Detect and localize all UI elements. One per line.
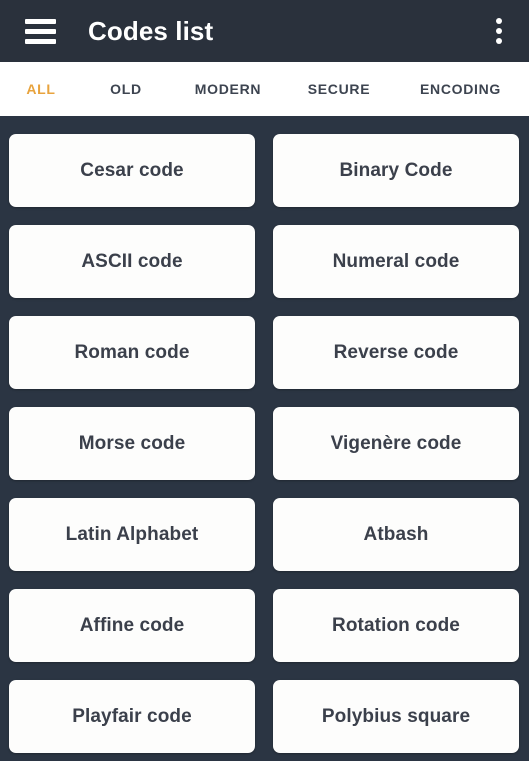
tab-modern[interactable]: MODERN bbox=[172, 81, 284, 97]
tab-all[interactable]: ALL bbox=[2, 81, 80, 97]
code-card[interactable]: Cesar code bbox=[9, 134, 255, 207]
code-card[interactable]: Rotation code bbox=[273, 589, 519, 662]
code-card[interactable]: Polybius square bbox=[273, 680, 519, 753]
tab-old[interactable]: OLD bbox=[80, 81, 172, 97]
code-card-label: Cesar code bbox=[80, 159, 184, 181]
code-card[interactable]: Numeral code bbox=[273, 225, 519, 298]
code-card-label: Vigenère code bbox=[330, 432, 462, 454]
code-card[interactable]: Morse code bbox=[9, 407, 255, 480]
code-card-label: Reverse code bbox=[333, 341, 459, 363]
code-card[interactable]: Playfair code bbox=[9, 680, 255, 753]
code-card[interactable]: Reverse code bbox=[273, 316, 519, 389]
code-card[interactable]: Latin Alphabet bbox=[9, 498, 255, 571]
code-card[interactable]: Atbash bbox=[273, 498, 519, 571]
code-card[interactable]: Vigenère code bbox=[273, 407, 519, 480]
page-title: Codes list bbox=[88, 16, 214, 46]
code-card-label: Binary Code bbox=[339, 159, 453, 181]
code-card-label: Polybius square bbox=[321, 705, 471, 727]
overflow-dot bbox=[496, 38, 502, 44]
code-card[interactable]: ASCII code bbox=[9, 225, 255, 298]
hamburger-menu-icon[interactable] bbox=[14, 0, 66, 62]
code-card-label: Latin Alphabet bbox=[65, 523, 199, 545]
app-root: Codes list ALL OLD MODERN SECURE ENCODIN… bbox=[0, 0, 529, 761]
tab-encoding[interactable]: ENCODING bbox=[394, 81, 527, 97]
code-card[interactable]: Roman code bbox=[9, 316, 255, 389]
hamburger-bar bbox=[24, 18, 56, 24]
code-card-label: Morse code bbox=[78, 432, 186, 454]
more-vertical-icon[interactable] bbox=[477, 0, 521, 62]
hamburger-bar bbox=[24, 28, 56, 34]
tab-secure[interactable]: SECURE bbox=[284, 81, 394, 97]
overflow-dot bbox=[496, 28, 502, 34]
code-card-label: Atbash bbox=[363, 523, 429, 545]
code-card-label: Numeral code bbox=[332, 250, 460, 272]
hamburger-bar bbox=[24, 38, 56, 44]
code-card-label: Playfair code bbox=[72, 705, 192, 727]
overflow-dot bbox=[496, 18, 502, 24]
code-card-label: Affine code bbox=[79, 614, 185, 636]
tab-bar: ALL OLD MODERN SECURE ENCODING bbox=[0, 62, 529, 116]
code-card[interactable]: Binary Code bbox=[273, 134, 519, 207]
app-bar: Codes list bbox=[0, 0, 529, 62]
code-card-label: Roman code bbox=[74, 341, 190, 363]
codes-grid: Cesar code Binary Code ASCII code Numera… bbox=[0, 116, 529, 761]
code-card-label: Rotation code bbox=[332, 614, 460, 636]
code-card-label: ASCII code bbox=[81, 250, 183, 272]
code-card[interactable]: Affine code bbox=[9, 589, 255, 662]
